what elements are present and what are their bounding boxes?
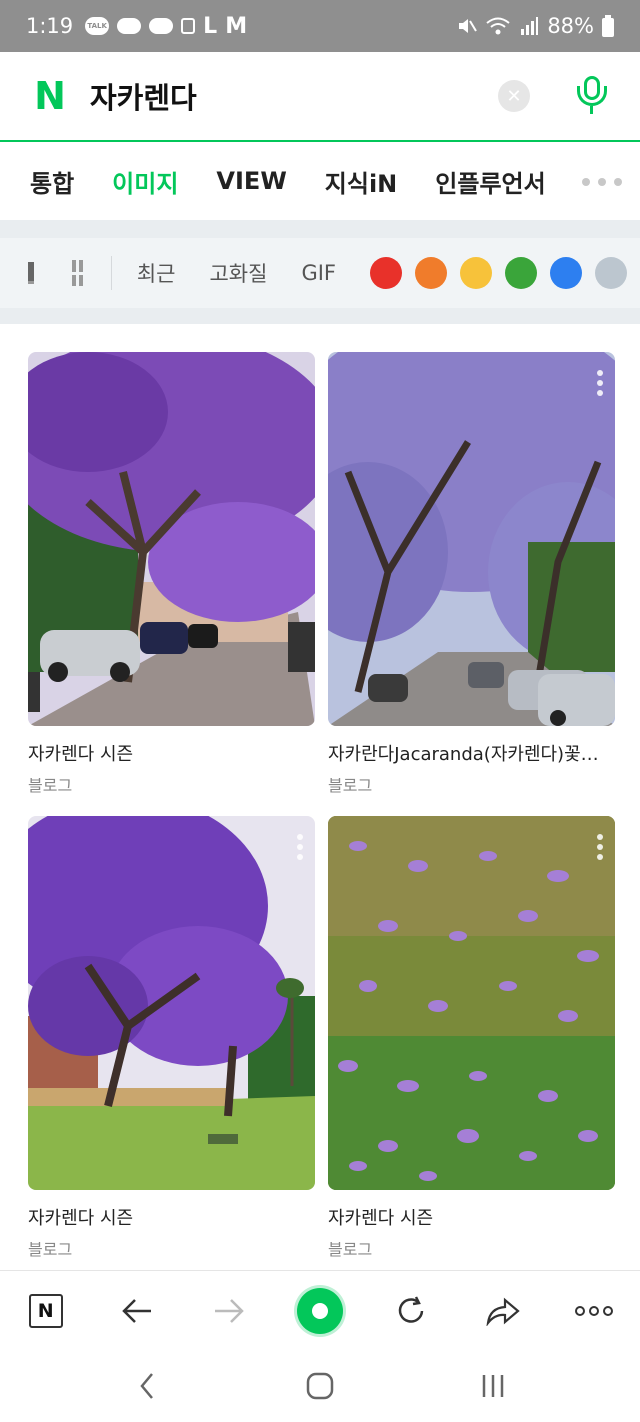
green-dot-icon — [296, 1287, 343, 1334]
image-result-card[interactable]: 자카렌다 시즌 블로그 — [28, 816, 315, 1260]
system-home-button[interactable] — [300, 1366, 340, 1406]
naver-logo[interactable]: N — [30, 74, 70, 118]
result-thumbnail[interactable] — [328, 816, 615, 1190]
tab-integrated[interactable]: 통합 — [30, 164, 74, 199]
system-recents-button[interactable] — [473, 1366, 513, 1406]
color-filter-orange[interactable] — [415, 257, 447, 289]
tab-knowledge-in[interactable]: 지식iN — [325, 164, 397, 199]
filter-recent[interactable]: 최근 — [137, 258, 176, 288]
result-title[interactable]: 자카렌다 시즌 — [28, 740, 315, 766]
result-thumbnail[interactable] — [28, 816, 315, 1190]
dot — [582, 178, 590, 186]
green-dot-button[interactable] — [296, 1287, 344, 1335]
result-title[interactable]: 자카란다Jacaranda(자카렌다)꽃길 … — [328, 740, 615, 766]
signal-icon — [521, 17, 539, 35]
search-header: N 자카렌다 ✕ — [0, 52, 640, 142]
result-thumbnail[interactable] — [28, 352, 315, 726]
share-button[interactable] — [479, 1287, 527, 1335]
tab-influencer[interactable]: 인플루언서 — [435, 164, 545, 199]
image-result-card[interactable]: 자카렌다 시즌 블로그 — [28, 352, 315, 796]
mic-button[interactable] — [574, 76, 610, 116]
wifi-icon — [486, 17, 510, 35]
status-letter-l: L — [203, 13, 218, 39]
color-filter-blue[interactable] — [550, 257, 582, 289]
naver-home-button[interactable]: N — [22, 1287, 70, 1335]
result-thumbnail[interactable] — [328, 352, 615, 726]
result-source: 블로그 — [28, 776, 73, 795]
tab-images[interactable]: 이미지 — [112, 164, 178, 199]
tab-view[interactable]: VIEW — [216, 167, 286, 195]
back-button[interactable] — [113, 1287, 161, 1335]
status-right: 88% — [457, 14, 614, 38]
jacaranda-petals-image — [328, 816, 615, 1190]
battery-icon — [602, 15, 614, 37]
back-icon — [140, 1373, 153, 1399]
talk-notification-icon: TALK — [85, 17, 110, 35]
grid-view-icon[interactable] — [71, 260, 83, 286]
result-title[interactable]: 자카렌다 시즌 — [328, 1204, 615, 1230]
result-source: 블로그 — [28, 1240, 73, 1259]
more-options-icon[interactable] — [297, 834, 303, 860]
browser-toolbar: N — [0, 1270, 640, 1350]
back-arrow-icon — [122, 1298, 152, 1323]
search-input[interactable]: 자카렌다 — [90, 75, 498, 117]
more-options-icon[interactable] — [597, 834, 603, 860]
dot — [614, 178, 622, 186]
home-icon — [306, 1372, 334, 1400]
search-tabs: 통합 이미지 VIEW 지식iN 인플루언서 — [0, 142, 640, 220]
more-icon — [575, 1305, 614, 1316]
forward-button[interactable] — [205, 1287, 253, 1335]
more-button[interactable] — [570, 1287, 618, 1335]
status-bar: 1:19 TALK L M 88% — [0, 0, 640, 52]
lock-icon — [181, 18, 196, 34]
status-time: 1:19 — [26, 14, 74, 38]
color-filter-red[interactable] — [370, 257, 402, 289]
status-left: 1:19 TALK L M — [26, 14, 247, 39]
refresh-icon — [399, 1295, 424, 1323]
status-letter-m: M — [225, 13, 248, 39]
filter-high-quality[interactable]: 고화질 — [209, 258, 267, 288]
image-result-card[interactable]: 자카렌다 시즌 블로그 — [328, 816, 615, 1260]
close-icon: ✕ — [506, 85, 522, 107]
naver-home-icon: N — [28, 1293, 63, 1328]
image-results: 자카렌다 시즌 블로그 자카란다Jacaranda(자카렌다)꽃길 … 블로그 — [0, 324, 640, 1270]
jacaranda-avenue-image — [328, 352, 615, 726]
refresh-button[interactable] — [387, 1287, 435, 1335]
more-options-icon[interactable] — [597, 370, 603, 396]
divider — [0, 220, 640, 238]
divider — [0, 308, 640, 324]
more-tabs-button[interactable] — [582, 178, 622, 186]
system-nav-bar — [0, 1350, 640, 1422]
share-icon — [486, 1297, 520, 1326]
color-filter-yellow[interactable] — [460, 257, 492, 289]
dot — [598, 178, 606, 186]
result-source: 블로그 — [328, 1240, 373, 1259]
result-source: 블로그 — [328, 776, 373, 795]
chat-notification-icon — [117, 18, 142, 34]
filter-bar: 최근 고화질 GIF — [0, 238, 640, 308]
clear-search-button[interactable]: ✕ — [498, 80, 530, 112]
filter-gif[interactable]: GIF — [301, 261, 336, 285]
single-view-icon[interactable] — [28, 262, 34, 284]
mute-icon — [459, 19, 478, 33]
chat-notification-icon — [149, 18, 174, 34]
color-filter-more[interactable] — [595, 257, 627, 289]
result-title[interactable]: 자카렌다 시즌 — [28, 1204, 315, 1230]
recents-icon — [483, 1375, 504, 1397]
color-filter-green[interactable] — [505, 257, 537, 289]
system-back-button[interactable] — [127, 1366, 167, 1406]
jacaranda-street-image — [28, 352, 315, 726]
forward-arrow-icon — [214, 1298, 244, 1323]
jacaranda-park-image — [28, 816, 315, 1190]
image-result-card[interactable]: 자카란다Jacaranda(자카렌다)꽃길 … 블로그 — [328, 352, 615, 796]
battery-percent: 88% — [547, 14, 594, 38]
